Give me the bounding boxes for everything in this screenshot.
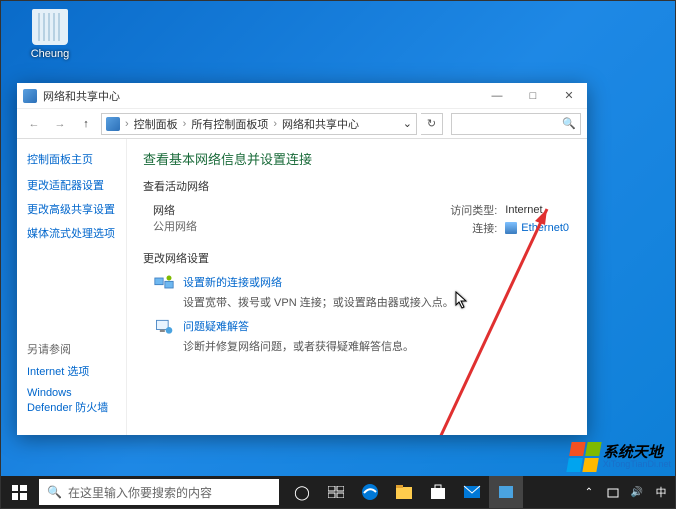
option-troubleshoot[interactable]: 问题疑难解答 (153, 318, 569, 336)
search-icon: 🔍 (47, 485, 62, 499)
up-button[interactable]: ↑ (75, 113, 97, 135)
section-active-networks: 查看活动网络 (143, 178, 569, 194)
sidebar: 控制面板主页 更改适配器设置 更改高级共享设置 媒体流式处理选项 另请参阅 In… (17, 139, 127, 435)
window-network-sharing-center: 网络和共享中心 — □ ✕ ← → ↑ › 控制面板 › 所有控制面板项 › 网… (17, 83, 587, 435)
access-type-value: Internet (505, 204, 569, 216)
breadcrumb-dropdown[interactable]: ⌄ (403, 117, 412, 130)
refresh-button[interactable]: ↻ (421, 113, 443, 135)
sidebar-link-advanced-sharing[interactable]: 更改高级共享设置 (27, 201, 116, 217)
start-button[interactable] (1, 476, 37, 508)
new-connection-icon (153, 274, 175, 292)
desktop-icon-recycle-bin[interactable]: Cheung (23, 9, 77, 60)
sidebar-link-adapter[interactable]: 更改适配器设置 (27, 177, 116, 193)
taskbar-app-mail[interactable] (455, 476, 489, 508)
sidebar-see-also-header: 另请参阅 (27, 341, 116, 357)
connection-name: Ethernet0 (521, 222, 569, 234)
task-view-icon (328, 486, 344, 498)
cortana-button[interactable]: ◯ (285, 476, 319, 508)
sidebar-link-firewall[interactable]: Windows Defender 防火墙 (27, 387, 116, 415)
titlebar[interactable]: 网络和共享中心 — □ ✕ (17, 83, 587, 109)
control-panel-icon (497, 484, 515, 500)
mail-icon (463, 485, 481, 499)
breadcrumb-item[interactable]: 网络和共享中心 (282, 116, 359, 132)
tray-network-icon[interactable] (605, 485, 621, 499)
connection-link[interactable]: Ethernet0 (505, 222, 569, 234)
ethernet-icon (505, 222, 517, 234)
breadcrumb-item[interactable]: 控制面板 (134, 116, 178, 132)
taskbar-app-store[interactable] (421, 476, 455, 508)
watermark-title: 系统天地 (603, 445, 671, 460)
watermark: 系统天地 XiTongTianDi.net (569, 442, 671, 472)
maximize-button[interactable]: □ (515, 83, 551, 108)
back-button[interactable]: ← (23, 113, 45, 135)
option-troubleshoot-title: 问题疑难解答 (183, 318, 249, 334)
address-icon (106, 117, 120, 131)
address-bar: ← → ↑ › 控制面板 › 所有控制面板项 › 网络和共享中心 ⌄ ↻ 🔍 (17, 109, 587, 139)
option-new-connection-title: 设置新的连接或网络 (183, 274, 282, 290)
file-explorer-icon (395, 484, 413, 500)
taskbar-app-control-panel[interactable] (489, 476, 523, 508)
search-input[interactable]: 🔍 (451, 113, 581, 135)
tray-chevron-up-icon[interactable]: ⌃ (581, 487, 597, 498)
page-heading: 查看基本网络信息并设置连接 (143, 149, 569, 168)
sidebar-link-media-streaming[interactable]: 媒体流式处理选项 (27, 225, 116, 241)
task-view-button[interactable] (319, 476, 353, 508)
option-new-connection[interactable]: 设置新的连接或网络 (153, 274, 569, 292)
content-pane: 查看基本网络信息并设置连接 查看活动网络 网络 公用网络 访问类型: Inter… (127, 139, 587, 435)
store-icon (429, 484, 447, 500)
sidebar-home-link[interactable]: 控制面板主页 (27, 151, 116, 167)
watermark-logo-icon (566, 442, 601, 472)
section-change-settings: 更改网络设置 (143, 250, 569, 266)
tray-ime-icon[interactable]: 中 (653, 484, 669, 500)
network-name: 网络 (153, 202, 303, 218)
close-button[interactable]: ✕ (551, 83, 587, 108)
taskbar-search[interactable]: 🔍 在这里输入你要搜索的内容 (39, 479, 279, 505)
windows-icon (12, 485, 27, 500)
search-icon: 🔍 (562, 117, 576, 130)
sidebar-link-internet-options[interactable]: Internet 选项 (27, 363, 116, 379)
minimize-button[interactable]: — (479, 83, 515, 108)
window-icon (23, 89, 37, 103)
system-tray: ⌃ 🔊 中 (581, 476, 675, 508)
tray-volume-icon[interactable]: 🔊 (629, 487, 645, 498)
access-type-label: 访问类型: (450, 202, 497, 218)
option-new-connection-desc: 设置宽带、拨号或 VPN 连接；或设置路由器或接入点。 (183, 294, 569, 310)
taskbar-search-placeholder: 在这里输入你要搜索的内容 (68, 484, 212, 501)
forward-button[interactable]: → (49, 113, 71, 135)
taskbar-app-explorer[interactable] (387, 476, 421, 508)
troubleshoot-icon (153, 318, 175, 336)
taskbar-app-edge[interactable] (353, 476, 387, 508)
breadcrumb[interactable]: › 控制面板 › 所有控制面板项 › 网络和共享中心 ⌄ (101, 113, 417, 135)
desktop-icon-label: Cheung (31, 48, 70, 60)
recycle-bin-icon (32, 9, 68, 45)
window-title: 网络和共享中心 (43, 88, 479, 104)
active-network-row: 网络 公用网络 访问类型: Internet 连接: Ethernet0 (153, 202, 569, 236)
network-type: 公用网络 (153, 218, 303, 234)
breadcrumb-item[interactable]: 所有控制面板项 (191, 116, 268, 132)
option-troubleshoot-desc: 诊断并修复网络问题，或者获得疑难解答信息。 (183, 338, 569, 354)
connection-label: 连接: (450, 220, 497, 236)
edge-icon (361, 483, 379, 501)
watermark-subtitle: XiTongTianDi.net (603, 460, 671, 469)
taskbar: 🔍 在这里输入你要搜索的内容 ◯ ⌃ 🔊 中 (1, 476, 675, 508)
